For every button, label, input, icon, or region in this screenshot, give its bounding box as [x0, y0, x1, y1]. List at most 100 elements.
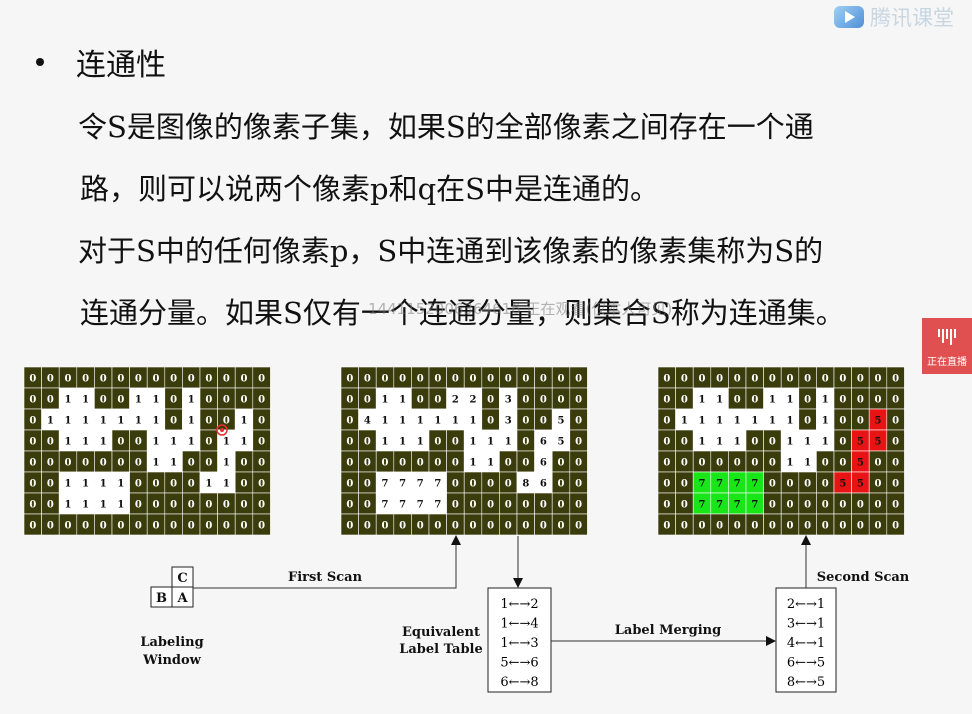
grid-cell-value: 0 — [540, 521, 547, 532]
grid-cell-value: 0 — [241, 395, 248, 406]
first-scan-label: First Scan — [288, 570, 363, 585]
grid-cell-value: 0 — [857, 374, 864, 385]
grid-cell-value: 0 — [751, 374, 758, 385]
grid-cell-value: 7 — [751, 500, 758, 511]
grid-cell-value: 0 — [575, 500, 582, 511]
grid-cell-value: 0 — [223, 395, 230, 406]
grid-cell-value: 0 — [751, 437, 758, 448]
grid-cell-value: 0 — [417, 395, 424, 406]
grid-cell-value: 0 — [663, 521, 670, 532]
grid-cell-value: 0 — [452, 479, 459, 490]
grid-cell-value: 0 — [223, 374, 230, 385]
grid-cell-value: 0 — [47, 395, 54, 406]
grid-cell-value: 0 — [29, 416, 36, 427]
grid-cell-value: 1 — [822, 437, 829, 448]
grid-cell-value: 0 — [100, 374, 107, 385]
grid-cell-value: 5 — [558, 437, 565, 448]
grid-cell-value: 0 — [29, 500, 36, 511]
grid-cell-value: 1 — [822, 395, 829, 406]
grid-cell-value: 7 — [716, 479, 723, 490]
grid-cell-value: 0 — [205, 374, 212, 385]
grid-cell-value: 0 — [346, 458, 353, 469]
grid-cell-value: 0 — [522, 416, 529, 427]
grid-cell-value: 0 — [875, 479, 882, 490]
grid-cell-value: 1 — [716, 395, 723, 406]
label-pair: 8←→5 — [787, 675, 825, 690]
grid-cell-value: 1 — [223, 458, 230, 469]
grid-cell-value: 0 — [452, 437, 459, 448]
grid-cell-value: 0 — [540, 500, 547, 511]
grid-cell-value: 0 — [117, 374, 124, 385]
grid-cell-value: 1 — [804, 437, 811, 448]
label-merging-label: Label Merging — [615, 623, 721, 638]
grid-cell-value: 0 — [188, 500, 195, 511]
equivalent-table-caption: Equivalent — [402, 625, 480, 640]
grid-cell-value: 0 — [558, 374, 565, 385]
grid-cell-value: 1 — [399, 437, 406, 448]
grid-cell-value: 0 — [417, 458, 424, 469]
grid-cell-value: 0 — [487, 500, 494, 511]
grid-cell-value: 0 — [505, 458, 512, 469]
grid-cell-value: 0 — [505, 374, 512, 385]
label-pair: 1←→4 — [500, 617, 538, 632]
grid-cell-value: 0 — [205, 395, 212, 406]
grid-cell-value: 0 — [470, 500, 477, 511]
grid-cell-value: 0 — [575, 479, 582, 490]
grid-cell-value: 1 — [699, 416, 706, 427]
grid-cell-value: 0 — [223, 500, 230, 511]
label-merging-arrow: Label Merging — [551, 623, 776, 646]
grid-cell-value: 0 — [839, 395, 846, 406]
grid-cell-value: 0 — [751, 521, 758, 532]
grid-cell-value: 6 — [540, 479, 547, 490]
grid-cell-value: 0 — [822, 500, 829, 511]
grid-cell-value: 0 — [575, 437, 582, 448]
grid-cell-value: 0 — [892, 479, 899, 490]
grid-cell-value: 0 — [769, 500, 776, 511]
window-cell-a: A — [176, 591, 188, 606]
grid-cell-value: 0 — [822, 521, 829, 532]
grid-cell-value: 0 — [82, 521, 89, 532]
grid-cell-value: 0 — [681, 374, 688, 385]
grid-cell-value: 1 — [117, 500, 124, 511]
grid-cell-value: 0 — [681, 521, 688, 532]
grid-cell-value: 0 — [822, 479, 829, 490]
grid-cell-value: 2 — [452, 395, 459, 406]
grid-cell-value: 0 — [29, 374, 36, 385]
grid-cell-value: 0 — [716, 458, 723, 469]
grid-cell-value: 0 — [875, 500, 882, 511]
grid-cell-value: 0 — [82, 458, 89, 469]
grid-cell-value: 0 — [558, 458, 565, 469]
grid-cell-value: 0 — [452, 521, 459, 532]
grid-cell-value: 1 — [734, 437, 741, 448]
grid-cell-value: 0 — [734, 395, 741, 406]
grid-cell-value: 0 — [663, 437, 670, 448]
grid-cell-value: 0 — [487, 479, 494, 490]
grid-cell-value: 0 — [804, 395, 811, 406]
grid-cell-value: 1 — [505, 437, 512, 448]
grid-cell-value: 1 — [470, 437, 477, 448]
grid-cell-value: 0 — [258, 395, 265, 406]
grid-cell-value: 0 — [346, 437, 353, 448]
grid-cell-value: 1 — [153, 458, 160, 469]
grid-cell-value: 0 — [839, 500, 846, 511]
grid-cell-value: 0 — [382, 374, 389, 385]
label-grids: 0 0 0 0 0 0 0 0 0 0 0 0 0 00 0 1 1 0 0 1 1 0 1 0 0 0 00 1 1 1 1 1 1 1 0 1 0 0… — [23, 366, 905, 536]
grid-cell-value: 1 — [452, 416, 459, 427]
grid-cell-value: 0 — [681, 479, 688, 490]
grid-cell-value: 1 — [65, 500, 72, 511]
grid-cell-value: 0 — [787, 479, 794, 490]
grid-cell-value: 0 — [434, 395, 441, 406]
grid-cell-value: 0 — [205, 500, 212, 511]
grid-cell-value: 1 — [382, 437, 389, 448]
grid-cell-value: 0 — [258, 458, 265, 469]
grid-cell-value: 1 — [382, 416, 389, 427]
grid-cell-value: 0 — [100, 521, 107, 532]
grid-cell-value: 0 — [205, 416, 212, 427]
grid-cell-value: 1 — [699, 395, 706, 406]
grid-cell-value: 0 — [734, 521, 741, 532]
grid-cell-value: 0 — [47, 479, 54, 490]
grid-cell-value: 0 — [769, 521, 776, 532]
equivalent-table-caption: Label Table — [399, 642, 483, 657]
grid-cell-value: 1 — [82, 479, 89, 490]
grid-cell-value: 1 — [787, 437, 794, 448]
